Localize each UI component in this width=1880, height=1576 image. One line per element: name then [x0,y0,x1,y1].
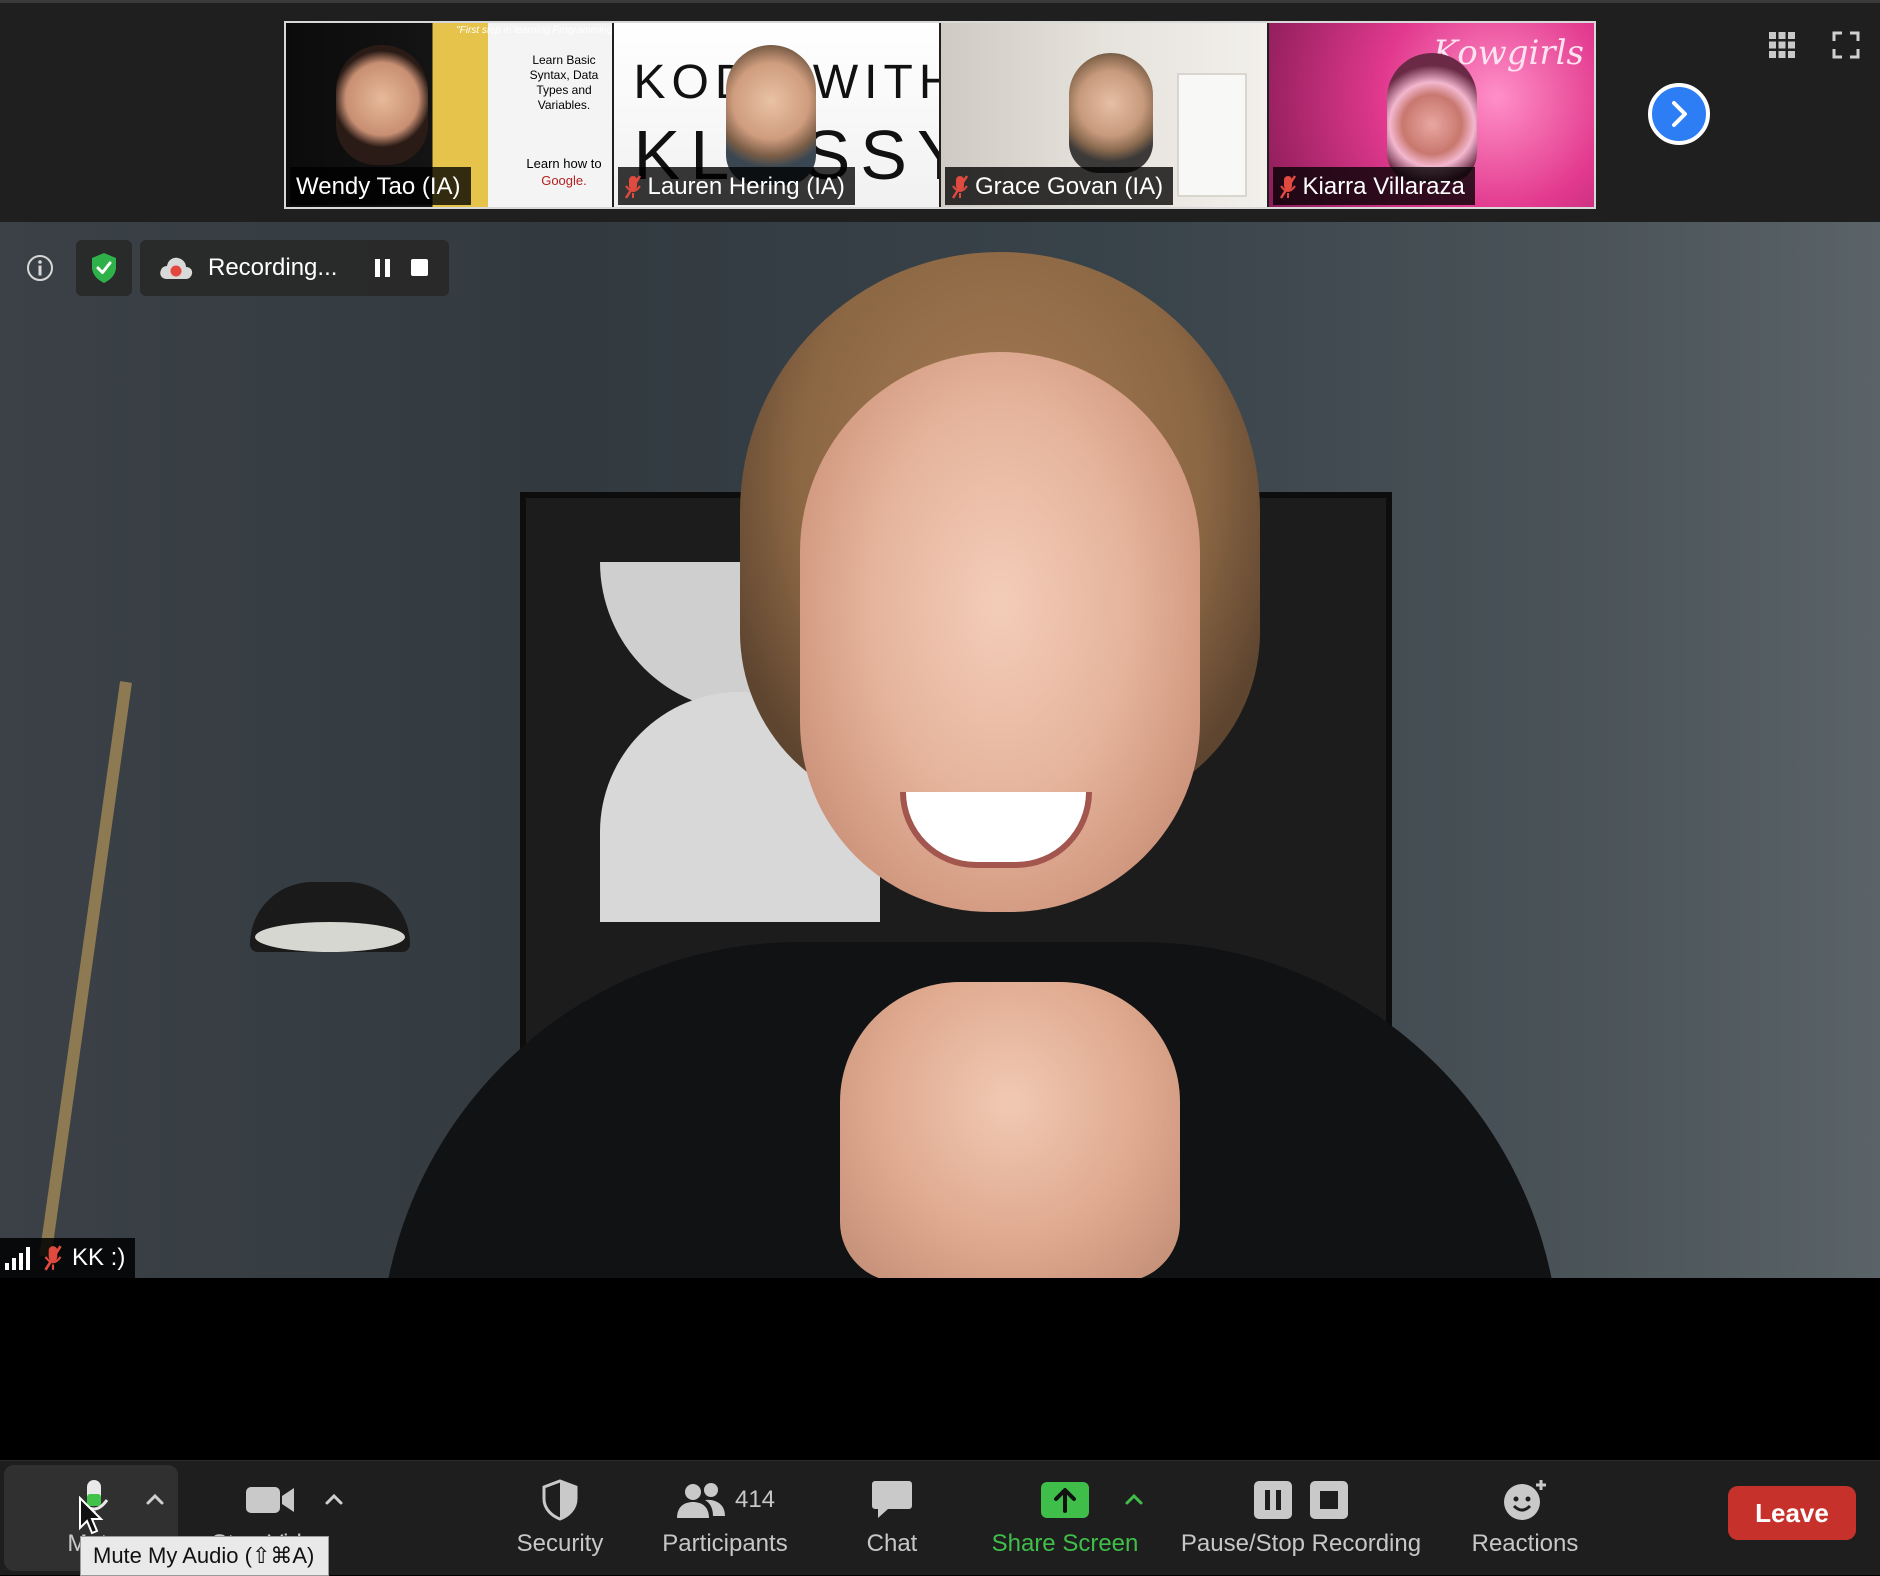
reactions-label: Reactions [1471,1530,1579,1557]
slide-text-2: Learn how to Google. [518,155,610,189]
participant-name: Grace Govan (IA) [975,173,1164,200]
cloud-recording-icon [160,257,193,279]
thumbnail-lauren-hering[interactable]: KODE WITH KLOSSY Lauren Hering (IA) [613,23,941,207]
fullscreen-icon [1832,31,1860,59]
fullscreen-button[interactable] [1832,31,1860,59]
shield-icon [541,1478,579,1522]
participant-thumbnails: "First step in learning Programming" Lea… [284,21,1596,209]
participant-strip-bar: "First step in learning Programming" Lea… [0,0,1880,222]
slide-quote: "First step in learning Programming" [456,25,614,36]
pause-stop-recording-button[interactable]: Pause/Stop Recording [1170,1461,1432,1575]
participants-icon-group: 414 [675,1478,775,1522]
grid-icon [1769,32,1795,58]
chat-bubble-icon [870,1478,914,1522]
speaker-name: KK :) [72,1244,126,1271]
meeting-status-bar: Recording... [12,240,450,296]
mic-muted-icon [1279,174,1297,200]
participant-name: Lauren Hering (IA) [647,173,845,200]
recording-controls-icons [1253,1478,1349,1522]
slide-text-1: Learn Basic Syntax, Data Types and Varia… [529,53,599,112]
shield-check-icon [92,253,116,283]
participant-video [1386,53,1477,183]
share-screen-label: Share Screen [991,1530,1139,1557]
mouse-cursor-icon [79,1496,104,1535]
participant-nameplate: Kiarra Villaraza [1272,167,1475,205]
meeting-info-button[interactable] [12,240,68,296]
pause-recording-icon [1254,1481,1292,1519]
share-screen-button[interactable]: Share Screen [980,1461,1150,1575]
video-options-caret-icon[interactable] [322,1487,346,1511]
mic-muted-icon [44,1245,62,1271]
security-label: Security [516,1530,604,1557]
thumbnail-kiarra-villaraza[interactable]: Kowgirls Kiarra Villaraza [1268,23,1594,207]
share-options-caret-icon[interactable] [1122,1487,1146,1511]
encryption-button[interactable] [76,240,132,296]
stop-icon[interactable] [407,257,431,279]
video-camera-icon [244,1478,296,1522]
smiley-plus-icon [1502,1478,1548,1522]
audio-options-caret-icon[interactable] [143,1487,167,1511]
thumbnail-grace-govan[interactable]: Grace Govan (IA) [941,23,1269,207]
participant-name: Kiarra Villaraza [1302,173,1465,200]
speaker-hands [840,982,1180,1278]
people-icon [676,1483,725,1518]
mic-muted-icon [951,174,969,200]
participant-video [1069,53,1153,173]
active-speaker-video [0,222,1880,1278]
mic-muted-icon [624,174,642,200]
speaker-nameplate: KK :) [0,1238,136,1278]
gallery-view-button[interactable] [1768,31,1796,59]
next-page-button[interactable] [1648,83,1710,145]
leave-button[interactable]: Leave [1728,1486,1856,1540]
participant-video [336,45,428,165]
chevron-right-icon [1672,101,1687,127]
slide-text-2a: Learn how to [526,156,602,171]
participants-button[interactable]: 414 Participants [650,1461,800,1575]
participant-video [725,45,816,185]
participant-name: Wendy Tao (IA) [296,173,461,200]
signal-strength-icon [5,1247,30,1270]
mute-tooltip: Mute My Audio (⇧⌘A) [80,1536,330,1576]
thumbnail-wendy-tao[interactable]: "First step in learning Programming" Lea… [286,23,614,207]
pause-icon[interactable] [373,257,393,279]
background-door [1176,73,1247,197]
recording-label: Recording... [208,254,338,281]
lamp-light [255,922,405,952]
pause-stop-recording-label: Pause/Stop Recording [1180,1530,1422,1557]
stop-recording-icon [1310,1481,1348,1519]
participant-nameplate: Wendy Tao (IA) [290,167,471,205]
recording-indicator: Recording... [140,240,450,296]
chat-button[interactable]: Chat [842,1461,942,1575]
slide-text-2b: Google. [541,173,587,188]
participant-nameplate: Lauren Hering (IA) [617,167,855,205]
participant-nameplate: Grace Govan (IA) [945,167,1174,205]
info-icon [27,255,53,281]
participants-count: 414 [734,1486,776,1513]
participants-label: Participants [662,1530,788,1557]
reactions-button[interactable]: Reactions [1460,1461,1590,1575]
share-screen-icon [1040,1478,1090,1522]
security-button[interactable]: Security [500,1461,620,1575]
chat-label: Chat [866,1530,918,1557]
